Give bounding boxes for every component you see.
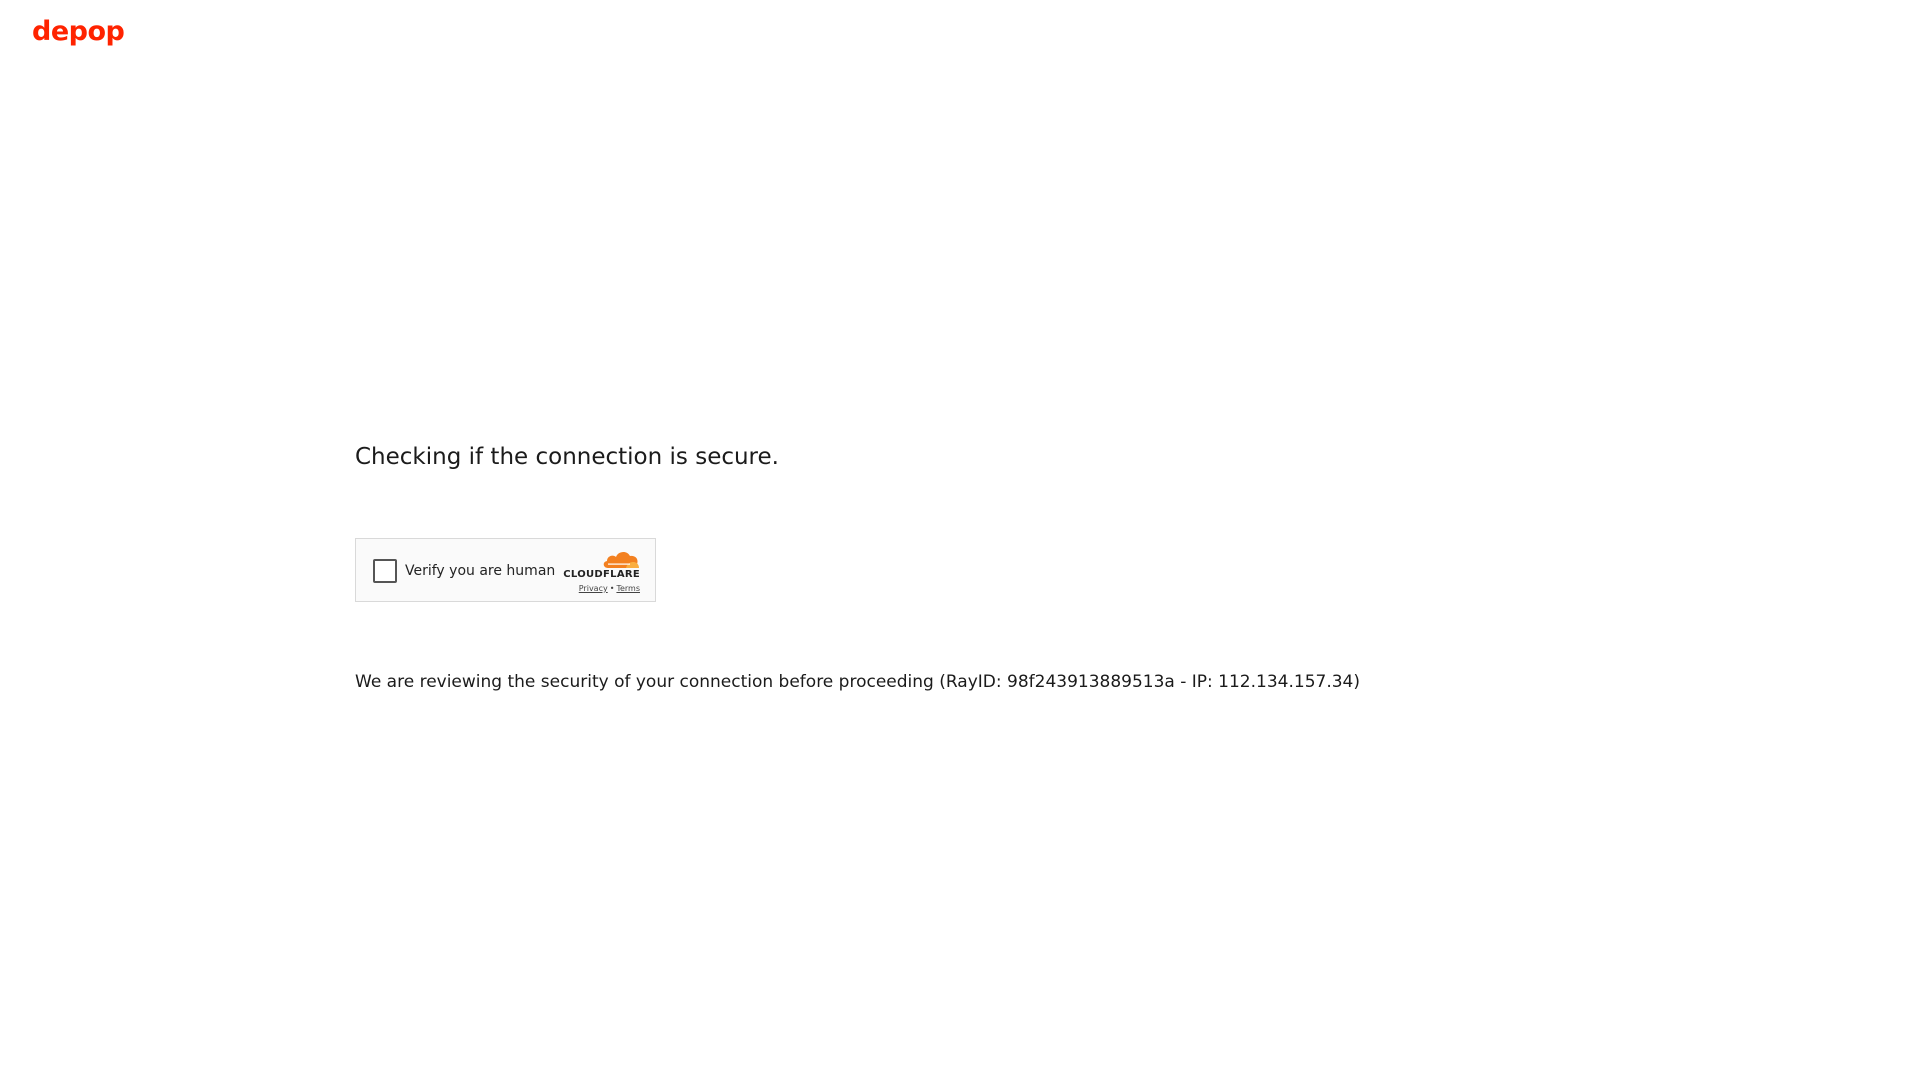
depop-logo[interactable]: depop (32, 14, 125, 50)
cloudflare-branding: CLOUDFLARE Privacy • Terms (560, 549, 640, 593)
turnstile-widget: Verify you are human CLOUDFLARE Privacy •… (355, 538, 656, 602)
cloudflare-links: Privacy • Terms (579, 584, 640, 594)
verify-human-checkbox[interactable] (373, 559, 397, 583)
cloudflare-wordmark: CLOUDFLARE (563, 569, 640, 580)
challenge-page-content: Checking if the connection is secure. Ve… (355, 438, 1655, 692)
terms-link[interactable]: Terms (616, 584, 640, 593)
security-review-message: We are reviewing the security of your co… (355, 672, 1360, 692)
verify-human-label[interactable]: Verify you are human (405, 562, 555, 580)
page-heading: Checking if the connection is secure. (355, 444, 779, 470)
cloudflare-cloud-icon (603, 551, 639, 568)
privacy-link[interactable]: Privacy (579, 584, 608, 593)
